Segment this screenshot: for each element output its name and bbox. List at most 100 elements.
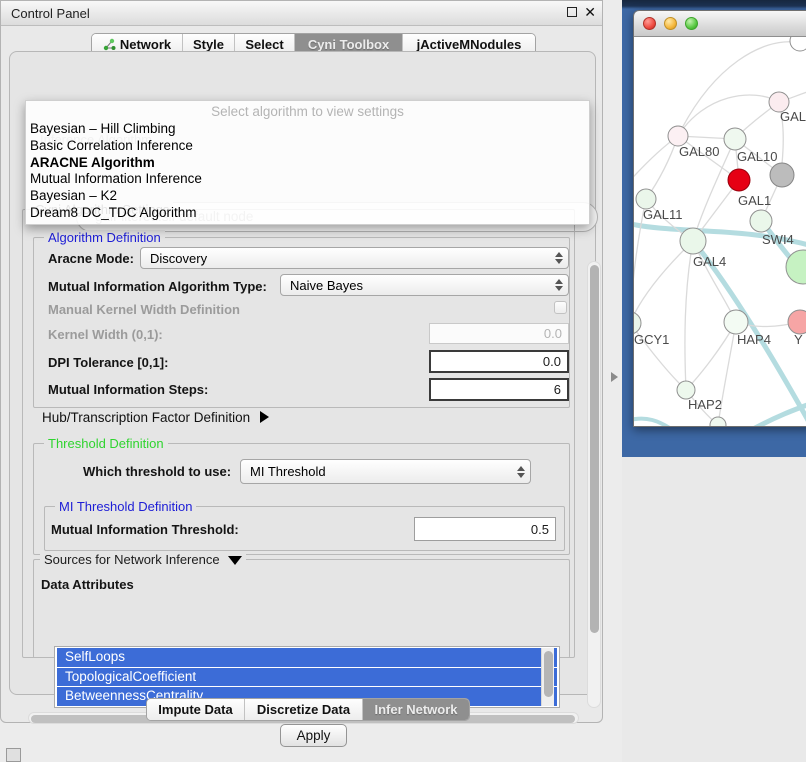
node-label: HAP4 [737, 332, 771, 347]
threshold-definition-title: Threshold Definition [44, 436, 168, 451]
network-icon [103, 38, 116, 51]
network-node-gal11[interactable] [636, 189, 656, 209]
stepper-icon [550, 252, 568, 264]
tab-label: Discretize Data [257, 702, 350, 717]
close-icon[interactable]: ✕ [584, 5, 596, 19]
mi-steps-field[interactable]: 6 [429, 378, 569, 401]
algorithm-definition-title: Algorithm Definition [44, 230, 165, 245]
node-label: SWI4 [762, 232, 794, 247]
cyni-algorithm-settings-group: Cyni Algorithm Settings Algorithm Defini… [22, 209, 575, 658]
stepper-icon [512, 466, 530, 478]
tab-infer-network[interactable]: Infer Network [362, 699, 469, 720]
network-node-swi4[interactable] [750, 210, 772, 232]
node-label: GAL80 [679, 144, 719, 159]
settings-vertical-scrollbar[interactable] [587, 261, 601, 708]
mi-threshold-definition-title: MI Threshold Definition [55, 499, 196, 514]
expand-right-icon [260, 411, 269, 423]
dropdown-item-mutual-information-inference[interactable]: Mutual Information Inference [26, 171, 589, 188]
tab-discretize-data[interactable]: Discretize Data [244, 699, 362, 720]
cyni-toolbox-panel: Inference Algorithm galFiltered.sif defa… [9, 51, 596, 695]
attribute-item-selfloops[interactable]: SelfLoops [57, 648, 557, 667]
sources-title[interactable]: Sources for Network Inference [40, 552, 246, 567]
tab-impute-data[interactable]: Impute Data [147, 699, 244, 720]
tab-label: Style [193, 37, 224, 52]
apply-button[interactable]: Apply [280, 724, 347, 747]
dropdown-item-dream8-dc-tdc-algorithm[interactable]: Dream8 DC_TDC Algorithm [26, 205, 589, 222]
network-node[interactable] [770, 163, 794, 187]
network-node-gcy1[interactable] [634, 312, 641, 334]
node-label: GAL10 [737, 149, 777, 164]
network-node-gal4[interactable] [680, 228, 706, 254]
node-label: HAP2 [688, 397, 722, 412]
dropdown-item-bayesian-hill-climbing[interactable]: Bayesian – Hill Climbing [26, 121, 589, 138]
algorithm-dropdown: Select algorithm to view settings Bayesi… [25, 100, 590, 225]
mi-algorithm-type-label: Mutual Information Algorithm Type: [48, 279, 267, 294]
tab-label: Network [120, 37, 171, 52]
network-edge [686, 322, 736, 390]
network-edge [634, 241, 693, 323]
network-edge [685, 241, 693, 390]
attributes-scrollbar-thumb[interactable] [544, 651, 553, 697]
mi-threshold-label: Mutual Information Threshold: [51, 522, 239, 537]
control-panel-title: Control Panel [11, 6, 90, 21]
zoom-traffic-icon[interactable] [685, 17, 698, 30]
tab-label: jActiveMNodules [417, 37, 522, 52]
stepper-icon [550, 279, 568, 291]
mi-threshold-definition-group: MI Threshold Definition Mutual Informati… [44, 506, 565, 551]
tab-label: Select [245, 37, 283, 52]
mi-algorithm-type-combo[interactable]: Naive Bayes [280, 274, 569, 296]
algorithm-definition-group: Algorithm Definition Aracne Mode: Discov… [33, 237, 570, 408]
network-node-gal10[interactable] [724, 128, 746, 150]
network-graph: GAL GAL80 GAL10 GAL1 GAL11 SWI4 GAL4 GCY1 HAP4 Y H… [634, 37, 806, 427]
sources-group: Sources for Network Inference Data Attri… [33, 559, 570, 658]
close-traffic-icon[interactable] [643, 17, 656, 30]
control-panel-window: Control Panel ✕ Network Style Select Cyni T… [0, 0, 603, 723]
aracne-mode-label: Aracne Mode: [48, 251, 134, 266]
aracne-mode-combo[interactable]: Discovery [140, 247, 569, 269]
minimize-traffic-icon[interactable] [664, 17, 677, 30]
splitter-arrow-icon[interactable] [611, 372, 618, 382]
dock-handle[interactable] [6, 748, 21, 762]
attributes-scrollbar[interactable] [541, 648, 554, 706]
network-view-window: GAL GAL80 GAL10 GAL1 GAL11 SWI4 GAL4 GCY1 HAP4 Y H… [633, 10, 806, 427]
kernel-width-field[interactable]: 0.0 [429, 323, 569, 344]
network-node-hap4[interactable] [724, 310, 748, 334]
bottom-tabs: Impute Data Discretize Data Infer Network [146, 698, 470, 721]
which-threshold-label: Which threshold to use: [83, 464, 231, 479]
dropdown-item-bayesian-k2[interactable]: Bayesian – K2 [26, 188, 589, 205]
control-panel-titlebar: Control Panel ✕ [1, 1, 602, 26]
network-node-gal1[interactable] [728, 169, 750, 191]
dpi-tolerance-field[interactable]: 0.0 [429, 350, 569, 373]
network-node-gal80[interactable] [668, 126, 688, 146]
dropdown-item-aracne-algorithm[interactable]: ARACNE Algorithm [26, 155, 589, 172]
network-edge [646, 136, 678, 199]
tab-label: Impute Data [158, 702, 232, 717]
node-label: GAL [780, 109, 806, 124]
network-node[interactable] [710, 417, 726, 427]
table-panel: Table Panel ⚙ ✓✓ shared...nameAYDL19...Y… [622, 457, 806, 762]
node-label: GAL11 [643, 207, 683, 222]
float-window-icon[interactable] [567, 7, 577, 17]
network-edge [634, 419, 674, 427]
network-node-y[interactable] [788, 310, 806, 334]
mi-steps-label: Mutual Information Steps: [48, 382, 208, 397]
mi-threshold-field[interactable]: 0.5 [414, 517, 556, 541]
hub-transcription-section[interactable]: Hub/Transcription Factor Definition [42, 410, 269, 425]
node-label: GCY1 [634, 332, 669, 347]
network-node[interactable] [790, 37, 806, 51]
network-canvas[interactable]: GAL GAL80 GAL10 GAL1 GAL11 SWI4 GAL4 GCY1 HAP4 Y H… [634, 37, 806, 427]
node-label: GAL1 [738, 193, 771, 208]
manual-kernel-checkbox[interactable] [554, 301, 567, 314]
collapse-down-icon [228, 556, 242, 565]
attribute-item-topologicalcoefficient[interactable]: TopologicalCoefficient [57, 668, 557, 687]
settings-vertical-scrollbar-thumb[interactable] [590, 265, 599, 633]
data-attributes-label: Data Attributes [41, 577, 134, 592]
tab-label: Cyni Toolbox [308, 37, 389, 52]
which-threshold-combo[interactable]: MI Threshold [240, 459, 531, 484]
network-window-titlebar[interactable] [634, 11, 806, 37]
dropdown-item-basic-correlation-inference[interactable]: Basic Correlation Inference [26, 138, 589, 155]
node-label: GAL4 [693, 254, 726, 269]
dropdown-placeholder: Select algorithm to view settings [26, 101, 589, 121]
network-edge [678, 42, 794, 136]
node-label: Y [794, 332, 803, 347]
